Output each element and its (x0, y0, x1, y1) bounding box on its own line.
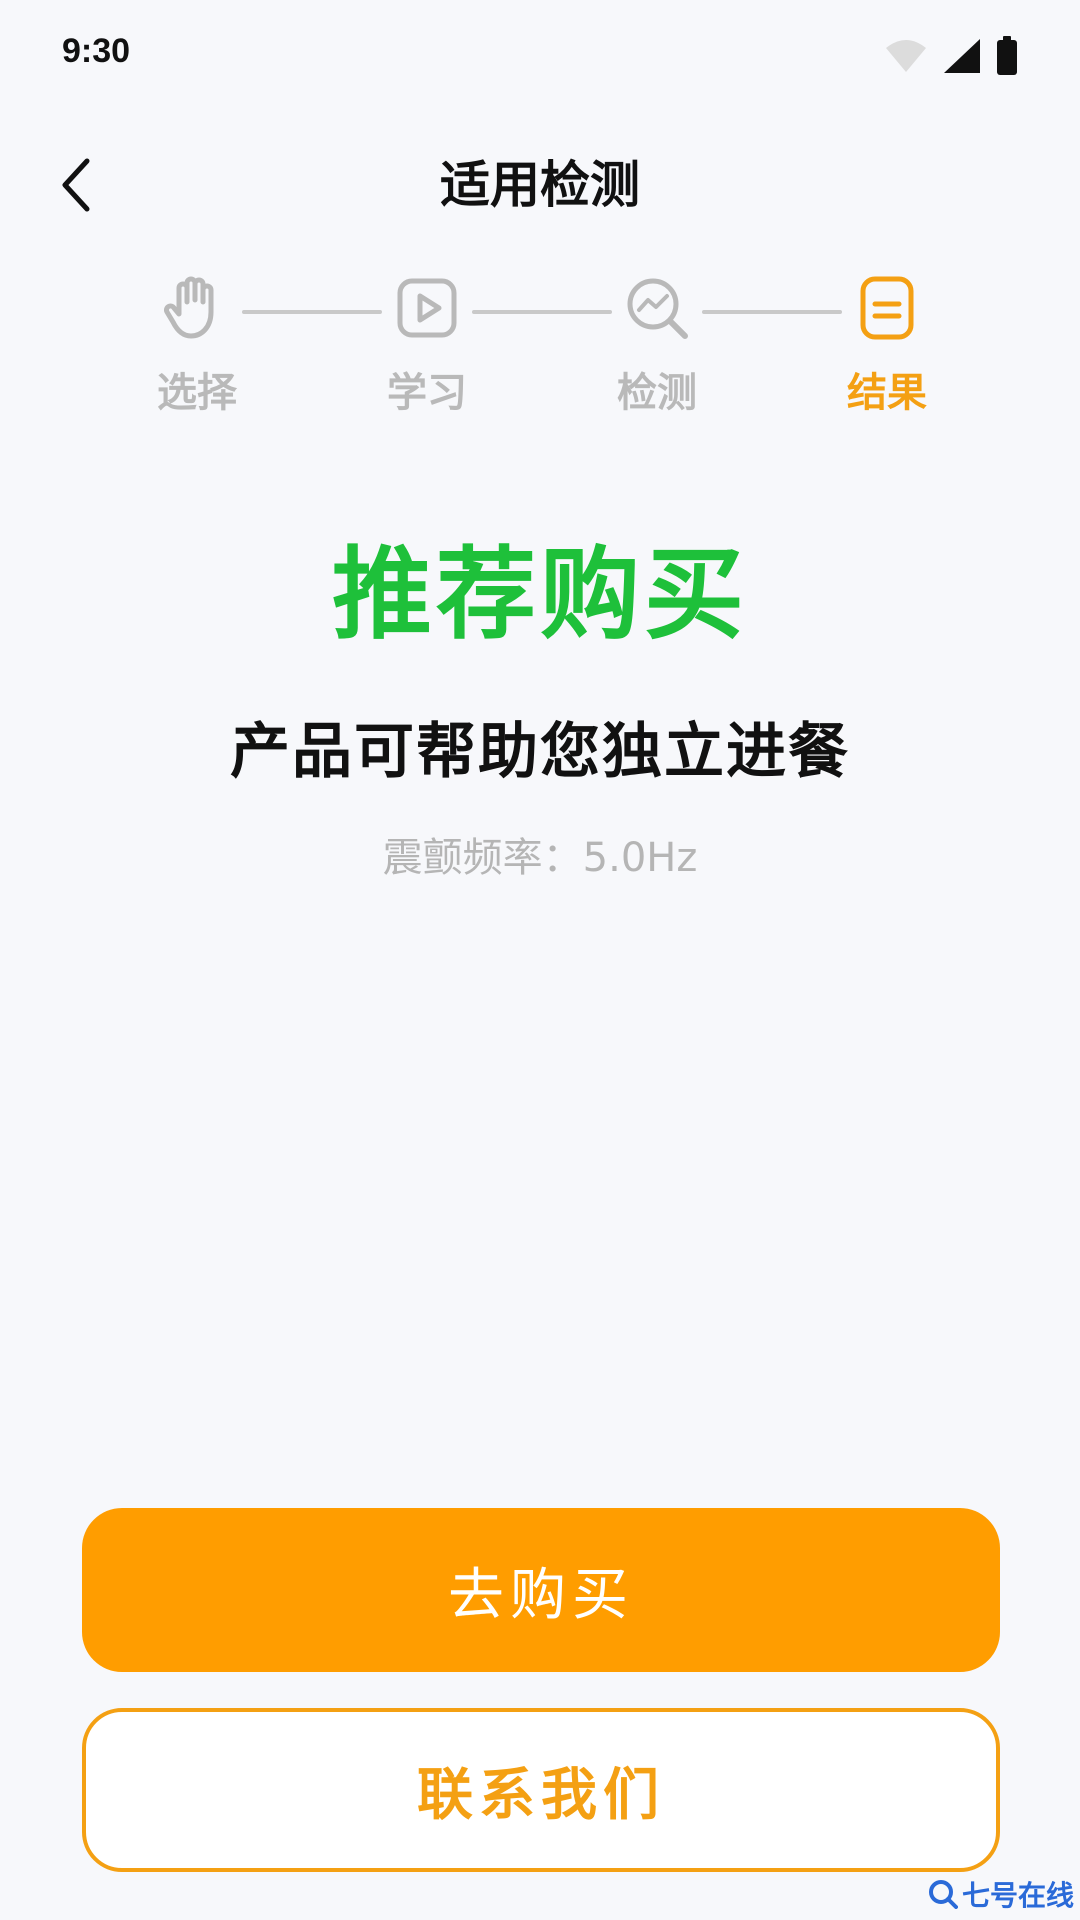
tremor-frequency-text: 震颤频率：5.0Hz (382, 835, 698, 881)
step-select: 选择 (127, 270, 267, 418)
battery-icon (997, 36, 1017, 75)
screen: 9:30 适用检测 选择 学习 检测 结果 推荐购买 产品可帮助您独立进餐 震颤… (0, 0, 1080, 1920)
wifi-icon (886, 40, 926, 72)
step-label: 学习 (387, 370, 467, 416)
status-icons (884, 36, 1018, 76)
result-title: 推荐购买 (332, 536, 748, 653)
watermark: 七号在线 (928, 1874, 1074, 1914)
result-description: 产品可帮助您独立进餐 (230, 717, 850, 787)
trend-search-icon (619, 270, 695, 346)
buy-button[interactable]: 去购买 (82, 1508, 1000, 1672)
watermark-text: 七号在线 (961, 1879, 1074, 1912)
play-video-icon (389, 270, 465, 346)
status-time: 9:30 (62, 32, 131, 70)
header: 适用检测 (0, 130, 1080, 240)
hand-icon (159, 270, 235, 346)
step-result: 结果 (817, 270, 957, 418)
cellular-signal-icon (944, 39, 980, 73)
progress-stepper: 选择 学习 检测 结果 (0, 270, 1080, 440)
status-bar: 9:30 (0, 0, 1080, 110)
search-logo-icon (928, 1880, 958, 1909)
document-icon (849, 270, 925, 346)
step-detect: 检测 (587, 270, 727, 418)
contact-us-button[interactable]: 联系我们 (82, 1708, 1000, 1872)
step-label: 选择 (157, 370, 237, 416)
page-title: 适用检测 (440, 156, 640, 214)
step-label: 检测 (617, 370, 697, 416)
step-label: 结果 (847, 370, 927, 416)
step-learn: 学习 (357, 270, 497, 418)
